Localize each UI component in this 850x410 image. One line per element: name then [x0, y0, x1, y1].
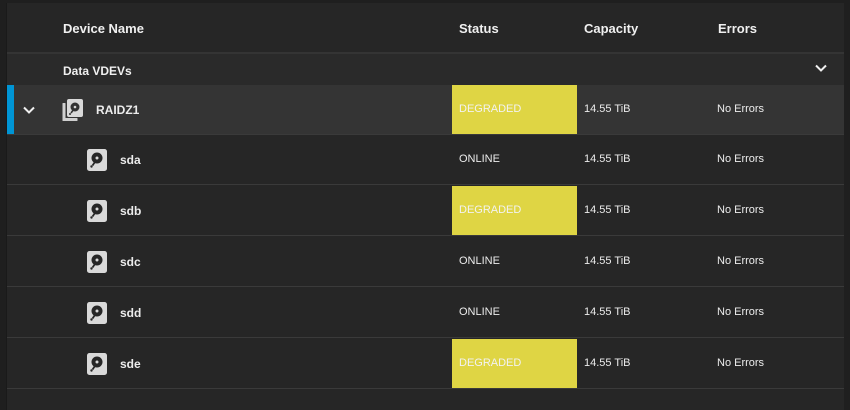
column-status[interactable]: Status	[459, 21, 499, 36]
capacity-value: 14.55 TiB	[584, 103, 631, 115]
hard-disk-icon	[87, 302, 107, 324]
status-badge: DEGRADED	[452, 85, 577, 134]
errors-value: No Errors	[717, 357, 765, 369]
vdev-table: Device Name Status Capacity Errors Data …	[6, 3, 844, 410]
errors-value: No Errors	[717, 255, 765, 267]
errors-value: No Errors	[717, 103, 765, 115]
hard-disk-icon	[87, 251, 107, 273]
table-row[interactable]: sdd ONLINE 14.55 TiB No Errors	[7, 288, 844, 338]
pool-disks-icon	[62, 99, 83, 121]
disk-name: sdb	[120, 204, 142, 218]
disk-name: sde	[120, 357, 141, 371]
chevron-down-icon[interactable]	[813, 60, 829, 76]
table-row[interactable]: sde DEGRADED 14.55 TiB No Errors	[7, 339, 844, 389]
table-header: Device Name Status Capacity Errors	[7, 3, 844, 54]
table-row[interactable]: sda ONLINE 14.55 TiB No Errors	[7, 135, 844, 185]
disk-name: sdd	[120, 306, 142, 320]
column-device-name[interactable]: Device Name	[63, 21, 144, 36]
hard-disk-icon	[87, 353, 107, 375]
vdev-name: RAIDZ1	[96, 103, 140, 117]
disk-name: sdc	[120, 255, 141, 269]
group-label: Data VDEVs	[63, 64, 132, 78]
errors-value: No Errors	[717, 153, 765, 165]
hard-disk-icon	[87, 200, 107, 222]
status-badge: ONLINE	[459, 153, 500, 165]
capacity-value: 14.55 TiB	[584, 357, 631, 369]
capacity-value: 14.55 TiB	[584, 306, 631, 318]
column-capacity[interactable]: Capacity	[584, 21, 638, 36]
group-data-vdevs[interactable]: Data VDEVs	[7, 54, 844, 85]
table-row[interactable]: sdb DEGRADED 14.55 TiB No Errors	[7, 186, 844, 236]
capacity-value: 14.55 TiB	[584, 204, 631, 216]
status-badge: ONLINE	[459, 255, 500, 267]
status-badge: ONLINE	[459, 306, 500, 318]
hard-disk-icon	[87, 149, 107, 171]
vdev-row-raidz1[interactable]: RAIDZ1 DEGRADED 14.55 TiB No Errors	[7, 85, 844, 135]
selected-accent	[7, 85, 14, 134]
errors-value: No Errors	[717, 204, 765, 216]
errors-value: No Errors	[717, 306, 765, 318]
disk-name: sda	[120, 153, 141, 167]
expand-chevron-icon[interactable]	[21, 102, 37, 118]
capacity-value: 14.55 TiB	[584, 153, 631, 165]
status-badge: DEGRADED	[452, 339, 577, 388]
column-errors[interactable]: Errors	[718, 21, 757, 36]
status-badge: DEGRADED	[452, 186, 577, 235]
capacity-value: 14.55 TiB	[584, 255, 631, 267]
table-row[interactable]: sdc ONLINE 14.55 TiB No Errors	[7, 237, 844, 287]
